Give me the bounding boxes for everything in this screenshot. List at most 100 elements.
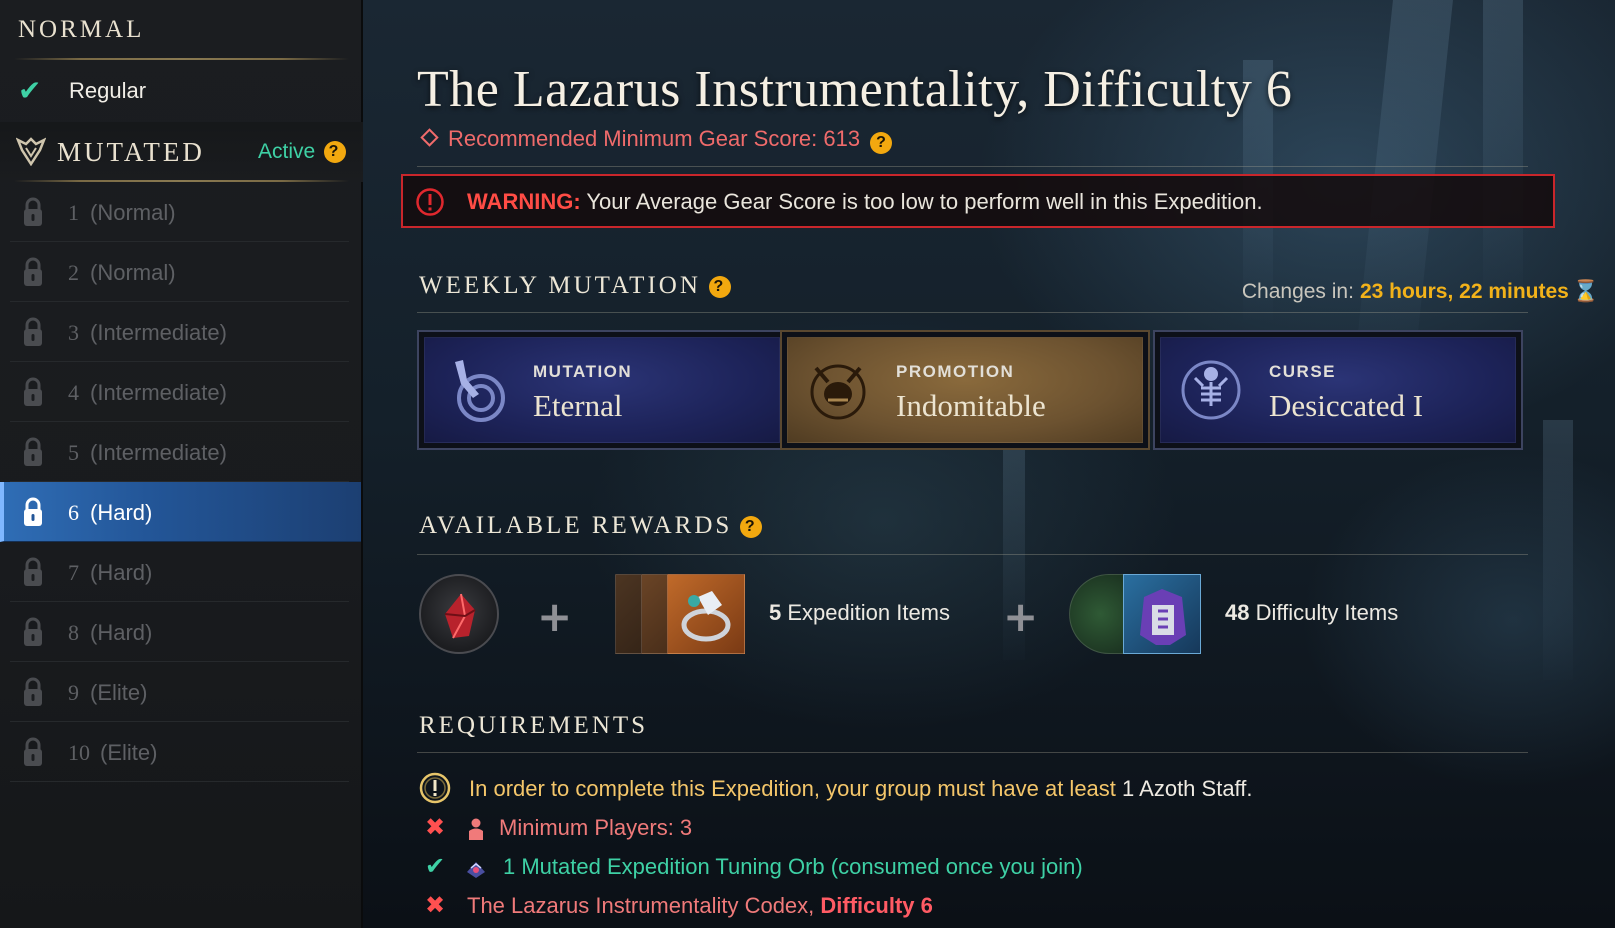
difficulty-items-label: 48 Difficulty Items bbox=[1225, 600, 1398, 626]
checkmark-icon: ✔ bbox=[424, 852, 446, 880]
player-icon bbox=[469, 818, 483, 840]
level-difficulty: (Intermediate) bbox=[90, 320, 227, 345]
lock-icon bbox=[24, 557, 42, 586]
level-difficulty: (Elite) bbox=[100, 740, 158, 765]
level-difficulty: (Normal) bbox=[90, 260, 176, 285]
mutated-crest-icon bbox=[16, 137, 46, 166]
lock-icon bbox=[24, 317, 42, 346]
plus-icon: + bbox=[1003, 592, 1039, 641]
lock-icon bbox=[24, 617, 42, 646]
lock-icon bbox=[24, 497, 42, 526]
difficulty-level-item[interactable]: 2 (Normal) bbox=[10, 242, 349, 302]
requirement-item: ✔ 1 Mutated Expedition Tuning Orb (consu… bbox=[419, 850, 1539, 889]
level-difficulty: (Hard) bbox=[90, 620, 153, 645]
armor-icon bbox=[1140, 589, 1186, 645]
requirements-title: REQUIREMENTS bbox=[419, 712, 649, 739]
info-exclamation-icon bbox=[419, 772, 451, 804]
mutation-timer: Changes in: 23 hours, 22 minutes ⌛ bbox=[1242, 279, 1599, 304]
requirement-desc: In order to complete this Expedition, yo… bbox=[469, 776, 1123, 801]
card-kind: PROMOTION bbox=[896, 362, 1015, 381]
regular-option[interactable]: ✔ Regular bbox=[0, 60, 363, 120]
help-icon[interactable]: ? bbox=[324, 141, 346, 163]
difficulty-level-item[interactable]: 10 (Elite) bbox=[10, 722, 349, 782]
difficulty-items-count: 48 bbox=[1225, 600, 1250, 625]
difficulty-level-item[interactable]: 9 (Elite) bbox=[10, 662, 349, 722]
level-difficulty: (Intermediate) bbox=[90, 440, 227, 465]
difficulty-level-item[interactable]: 8 (Hard) bbox=[10, 602, 349, 662]
wind-hand-icon bbox=[455, 360, 505, 422]
hourglass-icon: ⌛ bbox=[1572, 279, 1599, 303]
divider bbox=[417, 554, 1528, 555]
requirement-difficulty: Difficulty 6 bbox=[820, 893, 933, 918]
help-icon[interactable]: ? bbox=[870, 132, 893, 154]
regular-label: Regular bbox=[69, 78, 147, 103]
checkmark-icon: ✔ bbox=[18, 74, 42, 107]
requirement-text: Minimum Players: 3 bbox=[499, 815, 693, 840]
weekly-mutation-header: WEEKLY MUTATION? bbox=[419, 272, 731, 300]
weekly-mutation-title: WEEKLY MUTATION bbox=[419, 272, 701, 299]
level-number: 9 bbox=[68, 680, 79, 705]
requirement-item: ✖ The Lazarus Instrumentality Codex, Dif… bbox=[419, 889, 1539, 928]
difficulty-level-item[interactable]: 3 (Intermediate) bbox=[10, 302, 349, 362]
requirement-text: The Lazarus Instrumentality Codex, Diffi… bbox=[467, 893, 933, 919]
cross-icon: ✖ bbox=[424, 891, 446, 919]
requirement-text: In order to complete this Expedition, yo… bbox=[469, 776, 1253, 802]
ring-icon bbox=[681, 591, 731, 642]
level-number: 3 bbox=[68, 320, 79, 345]
divider bbox=[417, 752, 1528, 753]
requirement-item: ✖ Minimum Players: 3 bbox=[419, 811, 1539, 850]
promotion-card[interactable]: PROMOTION Indomitable bbox=[780, 330, 1150, 450]
recommended-gear-score: Recommended Minimum Gear Score: 613? bbox=[419, 126, 893, 154]
card-name: Indomitable bbox=[896, 388, 1046, 423]
difficulty-level-item[interactable]: 7 (Hard) bbox=[10, 542, 349, 602]
level-difficulty: (Hard) bbox=[90, 560, 153, 585]
warning-message: WARNING: Your Average Gear Score is too … bbox=[467, 189, 1263, 215]
mutated-section-header: MUTATED Active ? bbox=[0, 122, 363, 182]
requirement-item: In order to complete this Expedition, yo… bbox=[419, 772, 1539, 811]
level-number: 7 bbox=[68, 560, 79, 585]
ring-item-tile bbox=[667, 574, 745, 654]
level-number: 10 bbox=[68, 740, 90, 765]
expedition-items-count: 5 bbox=[769, 600, 782, 625]
level-number: 5 bbox=[68, 440, 79, 465]
requirements-header: REQUIREMENTS bbox=[419, 712, 648, 740]
level-number: 2 bbox=[68, 260, 79, 285]
difficulty-level-item[interactable]: 1 (Normal) bbox=[10, 182, 349, 242]
lock-icon bbox=[24, 437, 42, 466]
difficulty-level-item[interactable]: 6 (Hard) bbox=[0, 482, 361, 542]
mutated-status: Active bbox=[258, 140, 316, 163]
rewards-row: + 5 Expedition Items + 48 Difficulty Ite… bbox=[419, 574, 1519, 654]
help-icon[interactable]: ? bbox=[740, 516, 763, 538]
difficulty-level-item[interactable]: 4 (Intermediate) bbox=[10, 362, 349, 422]
red-crystal-reward[interactable] bbox=[419, 574, 499, 654]
warning-label: WARNING: bbox=[467, 189, 581, 214]
warning-icon bbox=[416, 188, 444, 216]
card-name: Desiccated I bbox=[1269, 388, 1424, 423]
tuning-orb-icon bbox=[467, 862, 485, 878]
lock-icon bbox=[24, 677, 42, 706]
expedition-items-text: Expedition Items bbox=[781, 600, 950, 625]
help-icon[interactable]: ? bbox=[708, 276, 731, 298]
mutated-header-title: MUTATED bbox=[57, 137, 205, 167]
difficulty-level-item[interactable]: 5 (Intermediate) bbox=[10, 422, 349, 482]
level-number: 4 bbox=[68, 380, 79, 405]
gear-score-warning: WARNING: Your Average Gear Score is too … bbox=[401, 174, 1555, 228]
card-kind: MUTATION bbox=[533, 362, 633, 381]
red-crystal-icon bbox=[444, 593, 476, 639]
level-number: 6 bbox=[68, 500, 79, 525]
normal-header-title: NORMAL bbox=[18, 16, 145, 43]
warning-text: Your Average Gear Score is too low to pe… bbox=[580, 189, 1263, 214]
mutation-card[interactable]: MUTATION Eternal bbox=[417, 330, 787, 450]
curse-card[interactable]: CURSE Desiccated I bbox=[1153, 330, 1523, 450]
recommended-text: Recommended Minimum Gear Score: 613 bbox=[448, 126, 861, 151]
required-item: 1 Azoth Staff. bbox=[1122, 776, 1253, 801]
level-list: 1 (Normal) 2 (Normal) 3 (Intermediate) 4 (Inter… bbox=[0, 182, 363, 782]
expedition-items-label: 5 Expedition Items bbox=[769, 600, 950, 626]
armor-item-tile bbox=[1123, 574, 1201, 654]
diamond-icon bbox=[420, 128, 439, 147]
level-number: 1 bbox=[68, 200, 79, 225]
expedition-items-stack[interactable] bbox=[615, 574, 747, 654]
difficulty-items-stack[interactable] bbox=[1069, 574, 1201, 654]
rewards-title: AVAILABLE REWARDS bbox=[419, 512, 733, 539]
skeleton-icon bbox=[1181, 360, 1241, 420]
